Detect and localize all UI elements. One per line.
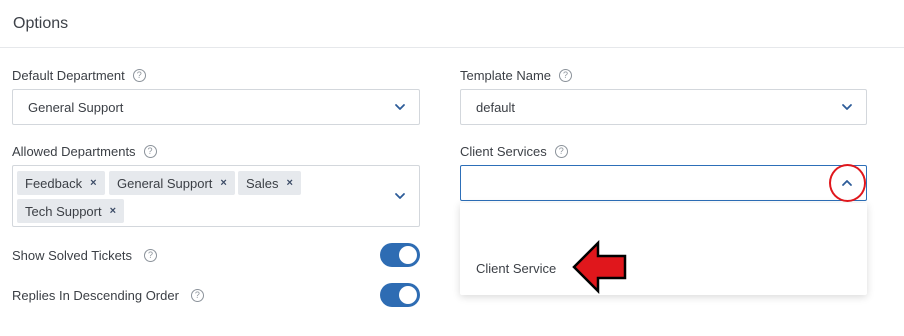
default-department-label: Default Department ?	[12, 68, 146, 83]
help-icon[interactable]: ?	[559, 69, 573, 82]
chevron-down-icon	[840, 100, 854, 114]
template-name-label: Template Name ?	[460, 68, 573, 83]
options-header: Options	[0, 0, 904, 48]
replies-descending-label: Replies In Descending Order ?	[12, 288, 204, 303]
chevron-down-icon	[393, 189, 407, 203]
show-solved-tickets-toggle[interactable]	[380, 243, 420, 267]
tag-label: General Support	[117, 175, 213, 191]
help-icon[interactable]: ?	[143, 145, 157, 158]
annotation-arrow-icon	[572, 240, 627, 294]
remove-tag-icon[interactable]: ×	[90, 177, 96, 189]
template-name-select[interactable]: default	[460, 89, 867, 125]
default-department-select[interactable]: General Support	[12, 89, 420, 125]
department-tag: Feedback ×	[17, 171, 105, 195]
tag-label: Tech Support	[25, 203, 102, 219]
show-solved-tickets-label-text: Show Solved Tickets	[12, 248, 132, 263]
client-services-select[interactable]	[460, 165, 867, 201]
replies-descending-toggle[interactable]	[380, 283, 420, 307]
annotation-circle	[829, 164, 866, 202]
dropdown-option-client-service[interactable]: Client Service	[476, 261, 556, 276]
remove-tag-icon[interactable]: ×	[220, 177, 226, 189]
department-tag: Sales ×	[238, 171, 301, 195]
client-services-label: Client Services ?	[460, 144, 568, 159]
default-department-label-text: Default Department	[12, 68, 125, 83]
toggle-knob	[399, 246, 417, 264]
tag-label: Feedback	[25, 175, 83, 191]
toggle-knob	[399, 286, 417, 304]
help-icon[interactable]: ?	[190, 289, 204, 302]
department-tag: Tech Support ×	[17, 199, 125, 223]
template-name-value: default	[476, 99, 516, 115]
help-icon[interactable]: ?	[143, 249, 157, 262]
remove-tag-icon[interactable]: ×	[287, 177, 293, 189]
replies-descending-label-text: Replies In Descending Order	[12, 288, 179, 303]
allowed-departments-multiselect[interactable]: Feedback × General Support × Sales × Tec…	[12, 165, 420, 227]
default-department-value: General Support	[28, 99, 124, 115]
allowed-departments-label-text: Allowed Departments	[12, 144, 136, 159]
department-tag: General Support ×	[109, 171, 235, 195]
remove-tag-icon[interactable]: ×	[110, 205, 116, 217]
show-solved-tickets-label: Show Solved Tickets ?	[12, 248, 157, 263]
chevron-down-icon	[393, 100, 407, 114]
client-services-dropdown: Client Service	[460, 203, 867, 295]
help-icon[interactable]: ?	[554, 145, 568, 158]
template-name-label-text: Template Name	[460, 68, 552, 83]
allowed-departments-label: Allowed Departments ?	[12, 144, 157, 159]
section-title: Options	[13, 15, 69, 32]
tag-label: Sales	[246, 175, 279, 191]
client-services-label-text: Client Services	[460, 144, 547, 159]
help-icon[interactable]: ?	[132, 69, 146, 82]
